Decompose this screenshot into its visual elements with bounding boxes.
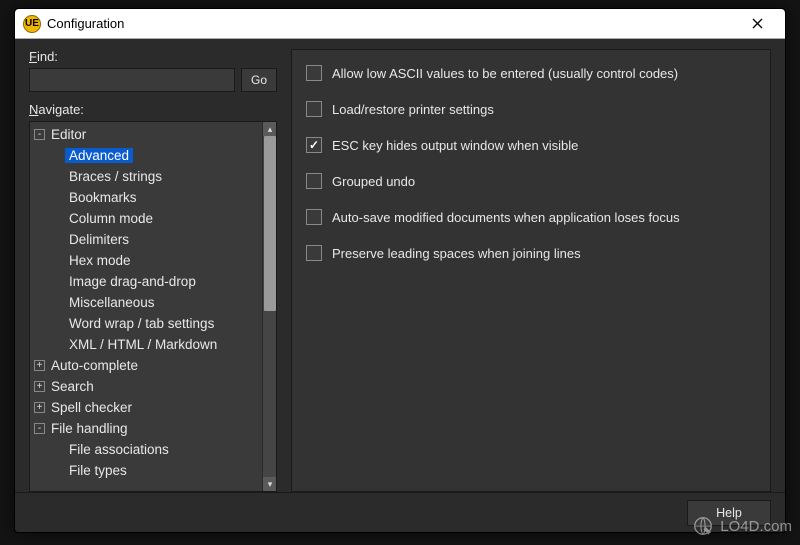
tree-item[interactable]: File types (30, 460, 262, 481)
option-row[interactable]: Grouped undo (306, 170, 756, 192)
tree-item-label: Miscellaneous (65, 295, 159, 310)
go-button[interactable]: Go (241, 68, 277, 92)
tree-item-label: Hex mode (65, 253, 135, 268)
option-label: Allow low ASCII values to be entered (us… (332, 66, 678, 81)
close-button[interactable] (737, 10, 777, 38)
option-label: Auto-save modified documents when applic… (332, 210, 680, 225)
checkbox[interactable] (306, 173, 322, 189)
tree-item[interactable]: Miscellaneous (30, 292, 262, 313)
tree-item[interactable]: +Spell checker (30, 397, 262, 418)
tree-scrollbar[interactable]: ▴ ▾ (262, 122, 276, 491)
tree-item-label: Auto-complete (47, 358, 142, 373)
checkbox[interactable] (306, 209, 322, 225)
tree-item[interactable]: +Auto-complete (30, 355, 262, 376)
dialog-footer: Help (15, 492, 785, 532)
tree-item[interactable]: -File handling (30, 418, 262, 439)
option-label: ESC key hides output window when visible (332, 138, 578, 153)
app-icon: UE (23, 15, 41, 33)
tree-item[interactable]: Bookmarks (30, 187, 262, 208)
window-title: Configuration (47, 16, 124, 31)
tree-item-label: Delimiters (65, 232, 133, 247)
tree-item[interactable]: Delimiters (30, 229, 262, 250)
option-row[interactable]: Load/restore printer settings (306, 98, 756, 120)
help-button[interactable]: Help (687, 500, 771, 526)
tree-item[interactable]: -Editor (30, 124, 262, 145)
expander-icon[interactable]: + (34, 360, 45, 371)
option-row[interactable]: Preserve leading spaces when joining lin… (306, 242, 756, 264)
tree-item[interactable]: Advanced (30, 145, 262, 166)
checkbox[interactable] (306, 137, 322, 153)
tree-item-label: Column mode (65, 211, 157, 226)
configuration-dialog: UE Configuration Find: Go Navigate: -Edi… (14, 8, 786, 533)
tree-item-label: Search (47, 379, 98, 394)
tree-item-label: File types (65, 463, 131, 478)
tree-item[interactable]: Image drag-and-drop (30, 271, 262, 292)
scroll-down-button[interactable]: ▾ (263, 477, 277, 491)
tree-item[interactable]: +Search (30, 376, 262, 397)
navigate-label: Navigate: (29, 102, 277, 117)
tree-container: -EditorAdvancedBraces / stringsBookmarks… (29, 121, 277, 492)
checkbox[interactable] (306, 65, 322, 81)
tree-item-label: Advanced (65, 148, 133, 163)
tree-item-label: Word wrap / tab settings (65, 316, 218, 331)
tree-item-label: XML / HTML / Markdown (65, 337, 221, 352)
option-label: Preserve leading spaces when joining lin… (332, 246, 581, 261)
tree-item-label: Image drag-and-drop (65, 274, 200, 289)
options-panel: Allow low ASCII values to be entered (us… (291, 49, 771, 492)
checkbox[interactable] (306, 245, 322, 261)
expander-icon[interactable]: + (34, 402, 45, 413)
find-label: Find: (29, 49, 277, 64)
tree-item-label: Bookmarks (65, 190, 141, 205)
option-row[interactable]: Auto-save modified documents when applic… (306, 206, 756, 228)
expander-icon[interactable]: - (34, 423, 45, 434)
tree-item[interactable]: File associations (30, 439, 262, 460)
option-label: Load/restore printer settings (332, 102, 494, 117)
titlebar: UE Configuration (15, 9, 785, 39)
tree-item[interactable]: Braces / strings (30, 166, 262, 187)
tree-item[interactable]: XML / HTML / Markdown (30, 334, 262, 355)
tree-item-label: File handling (47, 421, 132, 436)
left-panel: Find: Go Navigate: -EditorAdvancedBraces… (29, 49, 277, 492)
scroll-thumb[interactable] (264, 136, 276, 311)
tree-item-label: Editor (47, 127, 90, 142)
tree-item[interactable]: Column mode (30, 208, 262, 229)
expander-icon[interactable]: - (34, 129, 45, 140)
settings-tree[interactable]: -EditorAdvancedBraces / stringsBookmarks… (30, 122, 262, 491)
tree-item[interactable]: Word wrap / tab settings (30, 313, 262, 334)
dialog-body: Find: Go Navigate: -EditorAdvancedBraces… (15, 39, 785, 492)
tree-item-label: Spell checker (47, 400, 136, 415)
checkbox[interactable] (306, 101, 322, 117)
option-row[interactable]: Allow low ASCII values to be entered (us… (306, 62, 756, 84)
scroll-up-button[interactable]: ▴ (263, 122, 277, 136)
tree-item[interactable]: Hex mode (30, 250, 262, 271)
option-row[interactable]: ESC key hides output window when visible (306, 134, 756, 156)
find-input[interactable] (29, 68, 235, 92)
expander-icon[interactable]: + (34, 381, 45, 392)
option-label: Grouped undo (332, 174, 415, 189)
tree-item-label: File associations (65, 442, 173, 457)
tree-item-label: Braces / strings (65, 169, 166, 184)
